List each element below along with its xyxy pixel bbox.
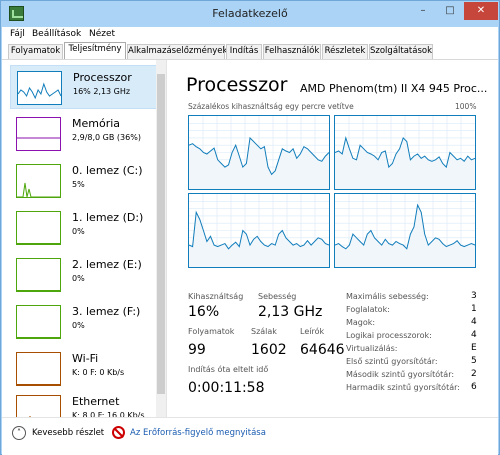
info-value-logical-processors: 4 [471,330,477,340]
uptime-value: 0:00:11:58 [188,380,265,396]
threads-label: Szálak [251,327,277,336]
info-label-cores: Magok: [346,318,376,327]
sidebar-item-subtitle: K: 0 F: 0 Kb/s [72,368,125,377]
menu-bar: Fájl Beállítások Nézet [2,27,498,43]
sidebar-item-title: Ethernet [72,395,120,408]
open-resource-monitor-link[interactable]: Az Erőforrás-figyelő megnyitása [130,428,266,438]
threads-value: 1602 [251,342,287,358]
sidebar-item-subtitle: 2,9/8,0 GB (36%) [72,133,141,142]
content-area: Processzor 16% 2,13 GHz Memória 2,9/8,0 GB … [2,59,498,418]
tab-processes[interactable]: Folyamatok [8,44,63,59]
title-bar[interactable]: Feladatkezelő – □ ✕ [1,1,499,27]
sidebar-scroll-thumb[interactable] [157,74,165,394]
disk-thumbnail [16,305,61,339]
minimize-button[interactable]: – [410,2,436,20]
menu-options[interactable]: Beállítások [32,29,81,39]
info-label-l3-cache: Harmadik szintű gyorsítótár: [346,383,460,392]
tab-users[interactable]: Felhasználók [263,44,321,59]
speed-value: 2,13 GHz [258,304,323,320]
handles-label: Leírók [300,327,325,336]
info-label-max-speed: Maximális sebesség: [346,292,429,301]
sidebar-item-title: Memória [72,117,121,130]
sidebar-item-title: 3. lemez (F:) [72,305,141,318]
sidebar-item-mem-ria[interactable]: Memória 2,9/8,0 GB (36%) [10,112,158,156]
info-value-l3-cache: 6 [471,382,477,392]
sidebar-item-1-lemez-d[interactable]: 1. lemez (D:) 0% [10,206,158,250]
sidebar-scrollbar[interactable] [156,60,166,418]
sidebar-item-subtitle: 0% [72,227,85,236]
disk-thumbnail [16,164,61,198]
footer: ˄ Kevesebb részlet Az Erőforrás-figyelő … [2,417,498,455]
cpu-name: AMD Phenom(tm) II X4 945 Proc... [300,82,488,95]
tab-startup[interactable]: Indítás [226,44,262,59]
disk-thumbnail [16,258,61,292]
sidebar-item-0-lemez-c[interactable]: 0. lemez (C:) 5% [10,159,158,203]
fewer-details-button[interactable]: Kevesebb részlet [32,428,104,438]
processor-panel: Processzor AMD Phenom(tm) II X4 945 Proc… [174,60,498,418]
info-value-virtualization: E [471,343,477,353]
cpu-thumbnail [17,71,62,105]
sidebar-item-title: 1. lemez (D:) [72,211,144,224]
maximize-button[interactable]: □ [437,2,463,20]
tab-services[interactable]: Szolgáltatások [369,44,433,59]
sidebar-item-wi-fi[interactable]: Wi-Fi K: 0 F: 0 Kb/s [10,347,158,391]
chevron-up-icon[interactable]: ˄ [12,426,26,440]
uptime-label: Indítás óta eltelt idő [188,365,269,374]
tab-bar: Folyamatok Teljesítmény Alkalmazáselőzmé… [2,42,498,60]
menu-view[interactable]: Nézet [89,29,115,39]
sidebar-item-subtitle: 0% [72,274,85,283]
info-label-l1-cache: Első szintű gyorsítótár: [346,357,438,366]
resource-monitor-icon[interactable] [112,426,125,439]
sidebar-item-subtitle: 5% [72,180,85,189]
sidebar-item-subtitle: 0% [72,321,85,330]
disk-thumbnail [16,211,61,245]
info-label-sockets: Foglalatok: [346,305,390,314]
tab-app-history[interactable]: Alkalmazáselőzmények [127,44,227,59]
handles-value: 64646 [300,342,345,358]
memory-thumbnail [16,117,61,151]
sidebar-item-2-lemez-e[interactable]: 2. lemez (E:) 0% [10,253,158,297]
info-label-l2-cache: Második szintű gyorsítótár: [346,370,455,379]
utilization-value: 16% [188,304,220,320]
resource-list: Processzor 16% 2,13 GHz Memória 2,9/8,0 GB … [2,60,167,418]
sidebar-item-title: 0. lemez (C:) [72,164,143,177]
info-label-virtualization: Virtualizálás: [346,344,398,353]
sidebar-item-processzor[interactable]: Processzor 16% 2,13 GHz [10,65,158,109]
sidebar-item-title: Processzor [73,71,132,84]
info-value-l1-cache: 5 [471,356,477,366]
info-value-sockets: 1 [471,304,477,314]
sidebar-item-ethernet[interactable]: Ethernet K: 8,0 F: 16,0 Kb/s [10,390,158,418]
cpu-core-area [335,137,475,189]
info-label-logical-processors: Logikai processzorok: [346,331,432,340]
sidebar-item-title: Wi-Fi [72,352,99,365]
processes-label: Folyamatok [188,327,235,336]
task-manager-window: Feladatkezelő – □ ✕ Fájl Beállítások Néz… [0,0,500,455]
network-thumbnail [16,395,61,418]
graph-max-label: 100% [455,102,477,111]
panel-title: Processzor [186,74,288,96]
info-value-max-speed: 3 [471,291,477,301]
info-value-l2-cache: 2 [471,369,477,379]
cpu-core-graph-1 [188,115,330,190]
utilization-label: Kihasználtság [188,292,244,301]
speed-label: Sebesség [258,292,297,301]
processes-value: 99 [188,342,206,358]
info-value-cores: 4 [471,317,477,327]
network-thumbnail [16,352,61,386]
graph-label: Százalékos kihasználtság egy percre vetí… [188,102,354,111]
sidebar-item-subtitle: 16% 2,13 GHz [73,87,131,96]
sidebar-item-title: 2. lemez (E:) [72,258,142,271]
tab-details[interactable]: Részletek [322,44,368,59]
cpu-core-graph-2 [334,115,476,190]
menu-file[interactable]: Fájl [10,29,25,39]
close-button[interactable]: ✕ [464,2,498,20]
cpu-core-graph-4 [334,193,476,268]
cpu-core-graph-3 [188,193,330,268]
tab-performance[interactable]: Teljesítmény [64,42,126,60]
sidebar-item-3-lemez-f[interactable]: 3. lemez (F:) 0% [10,300,158,344]
